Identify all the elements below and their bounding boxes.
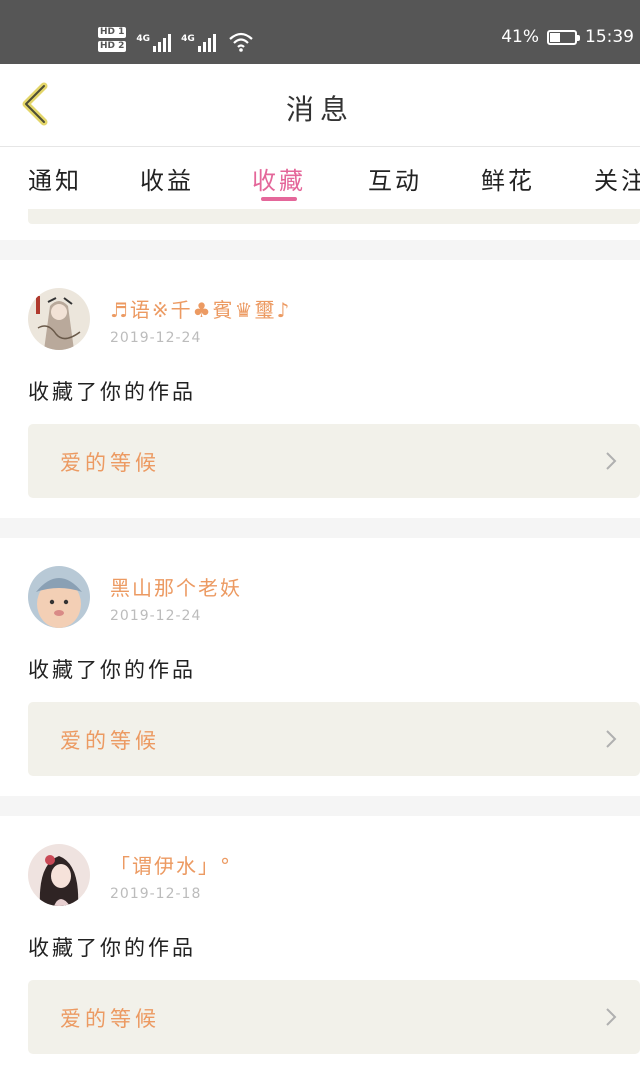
username[interactable]: 「谓伊水」° [110,850,232,879]
status-left: HD 1 HD 2 4G 4G [98,18,254,52]
list-item: 「谓伊水」° 2019-12-18 收藏了你的作品 爱的等候 [0,816,640,1074]
divider [0,240,640,260]
work-card[interactable]: 爱的等候 [28,702,640,776]
status-right: 41% 15:39 [501,27,634,47]
battery-percent: 41% [501,27,539,47]
status-bar: HD 1 HD 2 4G 4G 41% 15:39 [0,0,640,64]
divider [0,796,640,816]
tab-follow[interactable]: 关注 [594,161,640,196]
work-title: 爱的等候 [60,451,160,475]
battery-fill [550,32,560,42]
divider [0,518,640,538]
date: 2019-12-24 [110,608,202,624]
tab-flowers[interactable]: 鲜花 [481,161,535,196]
active-tab-indicator [261,197,297,201]
work-title: 爱的等候 [60,729,160,753]
username[interactable]: ♬语※千♣賓♛璽♪ [110,294,291,323]
action-text: 收藏了你的作品 [28,380,196,404]
chevron-right-icon [606,452,617,470]
list-item: 黑山那个老妖 2019-12-24 收藏了你的作品 爱的等候 [0,538,640,796]
avatar[interactable] [28,566,90,628]
action-text: 收藏了你的作品 [28,658,196,682]
hd1-badge: HD 1 [98,27,127,38]
page-title: 消息 [285,93,354,126]
date: 2019-12-24 [110,330,202,346]
chevron-right-icon [606,1008,617,1026]
network-type-1: 4G [136,34,151,44]
signal-1-icon: 4G [136,34,172,52]
battery-icon [547,29,580,45]
previous-card-edge [28,209,640,224]
list-item: ♬语※千♣賓♛璽♪ 2019-12-24 收藏了你的作品 爱的等候 [0,260,640,518]
date: 2019-12-18 [110,886,202,902]
app-header: 消息 [0,64,640,147]
network-type-2: 4G [181,34,195,44]
work-card[interactable]: 爱的等候 [28,424,640,498]
tab-notify[interactable]: 通知 [28,161,82,196]
avatar[interactable] [28,288,90,350]
signal-2-icon: 4G [181,34,216,52]
wifi-icon [228,32,253,52]
action-text: 收藏了你的作品 [28,936,196,960]
work-card[interactable]: 爱的等候 [28,980,640,1054]
tab-bar: 通知 收益 收藏 互动 鲜花 关注 [0,147,640,207]
tab-income[interactable]: 收益 [140,161,194,196]
tab-interact[interactable]: 互动 [368,161,422,196]
avatar[interactable] [28,844,90,906]
clock: 15:39 [585,27,634,47]
hd2-badge: HD 2 [98,41,127,52]
work-title: 爱的等候 [60,1007,160,1031]
username[interactable]: 黑山那个老妖 [110,572,242,601]
tab-favorites[interactable]: 收藏 [252,161,306,196]
chevron-right-icon [606,730,617,748]
